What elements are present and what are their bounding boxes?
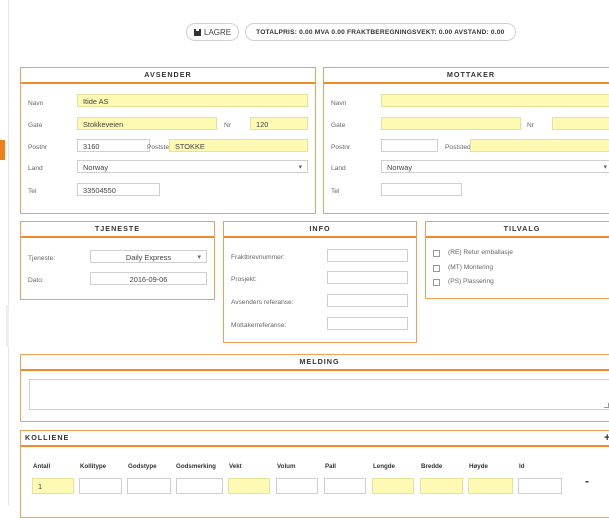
- totals-summary: TOTALPRIS: 0.00 MVA 0.00 FRAKTBEREGNINGS…: [245, 23, 516, 41]
- col-header-volum: Volum: [277, 463, 296, 470]
- kolli-hoyde-input[interactable]: [468, 478, 513, 494]
- mottaker-gate-label: Gate: [331, 122, 346, 129]
- resize-grip-icon[interactable]: [604, 403, 609, 408]
- tjeneste-select[interactable]: Daily Express: [90, 250, 207, 263]
- mottaker-postnr-input[interactable]: [381, 139, 438, 152]
- avsender-nr-input[interactable]: 120: [250, 117, 308, 130]
- info-title: INFO: [224, 222, 416, 238]
- mottref-input[interactable]: [327, 317, 408, 330]
- avsender-gate-input[interactable]: Stokkeveien: [77, 117, 217, 130]
- tjeneste-panel: TJENESTE Tjeneste: Daily Express Dato: 2…: [20, 221, 215, 300]
- sidebar-active-marker: [0, 140, 5, 160]
- mottaker-land-select[interactable]: Norway: [381, 160, 609, 173]
- dato-input[interactable]: 2016-09-06: [90, 272, 207, 285]
- mottaker-navn-label: Navn: [331, 100, 347, 107]
- mottaker-gate-input[interactable]: [381, 117, 521, 130]
- avsender-tel-input[interactable]: 33504550: [77, 183, 160, 196]
- option-montering-label: (MT) Montering: [448, 264, 494, 271]
- avsender-poststed-input[interactable]: STOKKE: [169, 139, 308, 152]
- avsender-land-label: Land: [28, 165, 43, 172]
- avsref-input[interactable]: [327, 294, 408, 307]
- dato-label: Dato:: [28, 277, 44, 284]
- mottaker-tel-input[interactable]: [381, 183, 462, 196]
- save-button[interactable]: LAGRE: [186, 23, 240, 41]
- remove-kolli-icon[interactable]: -: [585, 474, 589, 488]
- save-button-label: LAGRE: [204, 27, 232, 37]
- mottaker-nr-input[interactable]: [552, 117, 609, 130]
- kolli-vekt-input[interactable]: [228, 478, 270, 494]
- avsender-gate-label: Gate: [28, 122, 43, 129]
- avsender-nr-label: Nr: [224, 122, 231, 129]
- col-header-bredde: Bredde: [421, 463, 443, 470]
- col-header-id: Id: [519, 463, 525, 470]
- kolli-godstype-input[interactable]: [127, 478, 171, 494]
- col-header-kollitype: Kollitype: [80, 463, 107, 470]
- kolli-volum-input[interactable]: [276, 478, 318, 494]
- mottref-label: Mottakerreferanse:: [231, 322, 287, 329]
- add-kolli-icon[interactable]: +: [604, 432, 609, 444]
- kolli-id-input[interactable]: [518, 478, 562, 494]
- mottaker-poststed-label: Poststed: [445, 144, 471, 151]
- save-disk-icon: [194, 28, 201, 36]
- kolli-godsmerking-input[interactable]: [176, 478, 223, 494]
- avsender-land-select[interactable]: Norway: [77, 160, 308, 173]
- checkbox-montering[interactable]: [433, 265, 440, 272]
- melding-panel: MELDING: [20, 354, 609, 422]
- mottaker-tel-label: Tel: [331, 188, 340, 195]
- kolli-pall-input[interactable]: [324, 478, 366, 494]
- kolli-lengde-input[interactable]: [372, 478, 414, 494]
- col-header-vekt: Vekt: [229, 463, 242, 470]
- melding-textarea[interactable]: [29, 379, 609, 410]
- kolliene-panel: KOLLIENE +: [20, 430, 609, 518]
- prosjekt-input[interactable]: [327, 271, 408, 284]
- tjeneste-label: Tjeneste:: [28, 255, 56, 262]
- avsender-postnr-label: Postnr: [28, 144, 48, 151]
- mottaker-nr-label: Nr: [527, 122, 534, 129]
- avsender-tel-label: Tel: [28, 188, 37, 195]
- left-divider: [8, 0, 9, 506]
- avsref-label: Avsenders referanse:: [231, 299, 294, 306]
- mottaker-panel: MOTTAKER Navn Gate Nr Postnr Poststed La…: [323, 67, 609, 214]
- kolli-kollitype-input[interactable]: [79, 478, 122, 494]
- info-panel: INFO Fraktbrevnummer: Prosjekt: Avsender…: [223, 221, 417, 343]
- avsender-navn-input[interactable]: Itide AS: [77, 94, 308, 107]
- option-retur-label: (RE) Retur emballasje: [448, 249, 513, 256]
- col-header-hoyde: Høyde: [469, 463, 488, 470]
- mottaker-title: MOTTAKER: [324, 68, 609, 84]
- col-header-pall: Pall: [325, 463, 337, 470]
- melding-title: MELDING: [21, 355, 609, 371]
- kolli-bredde-input[interactable]: [420, 478, 463, 494]
- col-header-lengde: Lengde: [373, 463, 396, 470]
- avsender-panel: AVSENDER Navn Itide AS Gate Stokkeveien …: [20, 67, 316, 214]
- col-header-godsmerking: Godsmerking: [176, 463, 216, 470]
- avsender-navn-label: Navn: [28, 100, 44, 107]
- mottaker-postnr-label: Postnr: [331, 144, 351, 151]
- kolliene-title: KOLLIENE: [21, 431, 609, 447]
- avsender-postnr-input[interactable]: 3160: [77, 139, 150, 152]
- tilvalg-title: TILVALG: [426, 222, 609, 238]
- col-header-antall: Antall: [33, 463, 51, 470]
- mottaker-land-label: Land: [331, 165, 346, 172]
- fraktbrev-label: Fraktbrevnummer:: [231, 254, 285, 261]
- sidebar-scroll-handle[interactable]: [6, 305, 9, 347]
- kolli-antall-input[interactable]: 1: [32, 478, 74, 494]
- toolbar: LAGRE TOTALPRIS: 0.00 MVA 0.00 FRAKTBERE…: [186, 23, 516, 41]
- checkbox-plassering[interactable]: [433, 279, 440, 286]
- col-header-godstype: Godstype: [128, 463, 157, 470]
- fraktbrev-input[interactable]: [327, 249, 408, 262]
- tilvalg-panel: TILVALG (RE) Retur emballasje (MT) Monte…: [425, 221, 609, 299]
- tjeneste-title: TJENESTE: [21, 222, 214, 238]
- prosjekt-label: Prosjekt:: [231, 276, 257, 283]
- mottaker-poststed-input[interactable]: [470, 139, 609, 152]
- avsender-title: AVSENDER: [21, 68, 315, 84]
- mottaker-navn-input[interactable]: [381, 94, 609, 107]
- checkbox-retur[interactable]: [433, 250, 440, 257]
- option-plassering-label: (PS) Plassering: [448, 278, 494, 285]
